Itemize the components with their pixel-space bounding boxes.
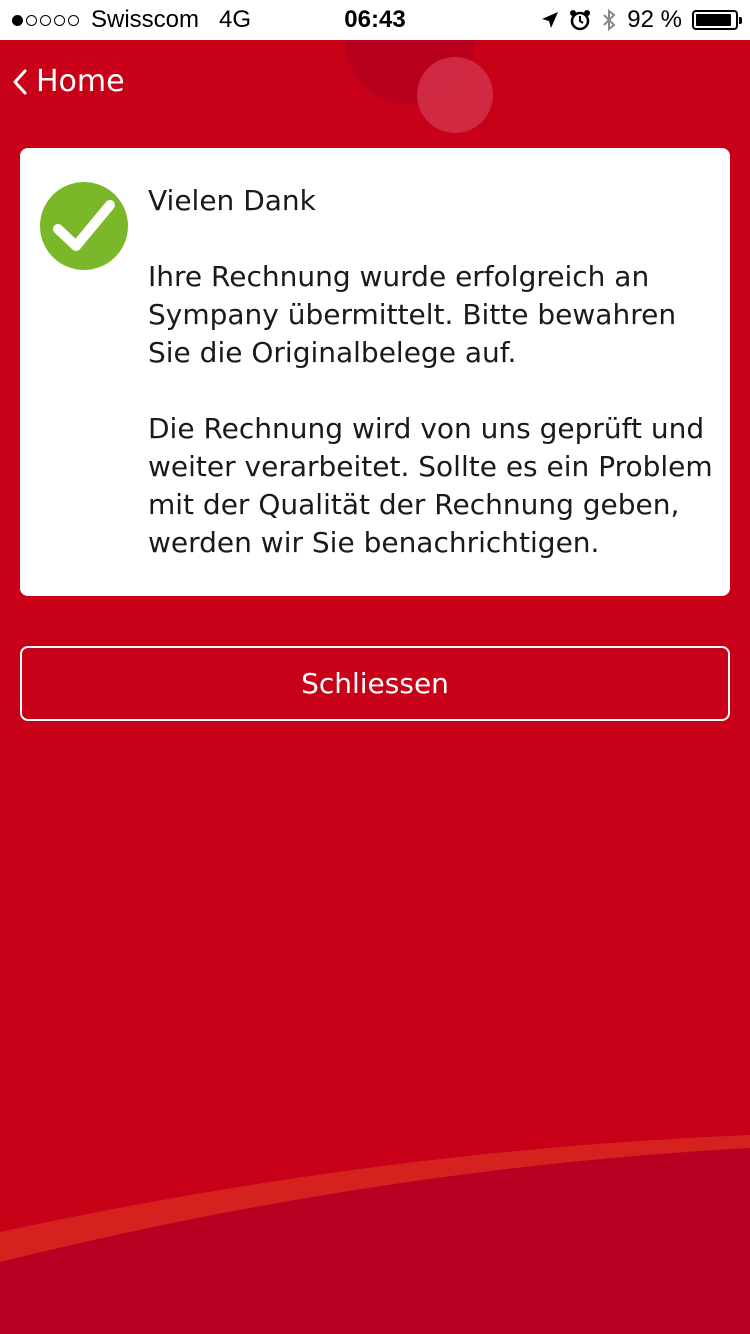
- battery-percentage: 92 %: [627, 6, 682, 33]
- back-label: Home: [36, 64, 125, 99]
- screen: Swisscom 4G 06:43 92 % Home Vielen Dank …: [0, 0, 750, 1334]
- card-text: Vielen Dank Ihre Rechnung wurde erfolgre…: [148, 182, 718, 562]
- chevron-left-icon: [13, 69, 27, 94]
- battery-icon: [692, 10, 742, 30]
- battery-fill: [696, 14, 731, 26]
- checkmark-circle-icon: [40, 182, 128, 270]
- close-button[interactable]: Schliessen: [20, 646, 730, 721]
- card-title: Vielen Dank: [148, 184, 316, 217]
- confirmation-card: Vielen Dank Ihre Rechnung wurde erfolgre…: [20, 148, 730, 596]
- back-button[interactable]: Home: [12, 64, 125, 99]
- bluetooth-icon: [603, 8, 616, 32]
- card-paragraph-1: Ihre Rechnung wurde erfolgreich an Sympa…: [148, 260, 677, 369]
- status-right: 92 %: [541, 6, 742, 34]
- location-arrow-icon: [542, 12, 559, 28]
- card-paragraph-2: Die Rechnung wird von uns geprüft und we…: [148, 412, 713, 559]
- status-bar: Swisscom 4G 06:43 92 %: [0, 0, 750, 40]
- alarm-clock-icon: [570, 10, 591, 31]
